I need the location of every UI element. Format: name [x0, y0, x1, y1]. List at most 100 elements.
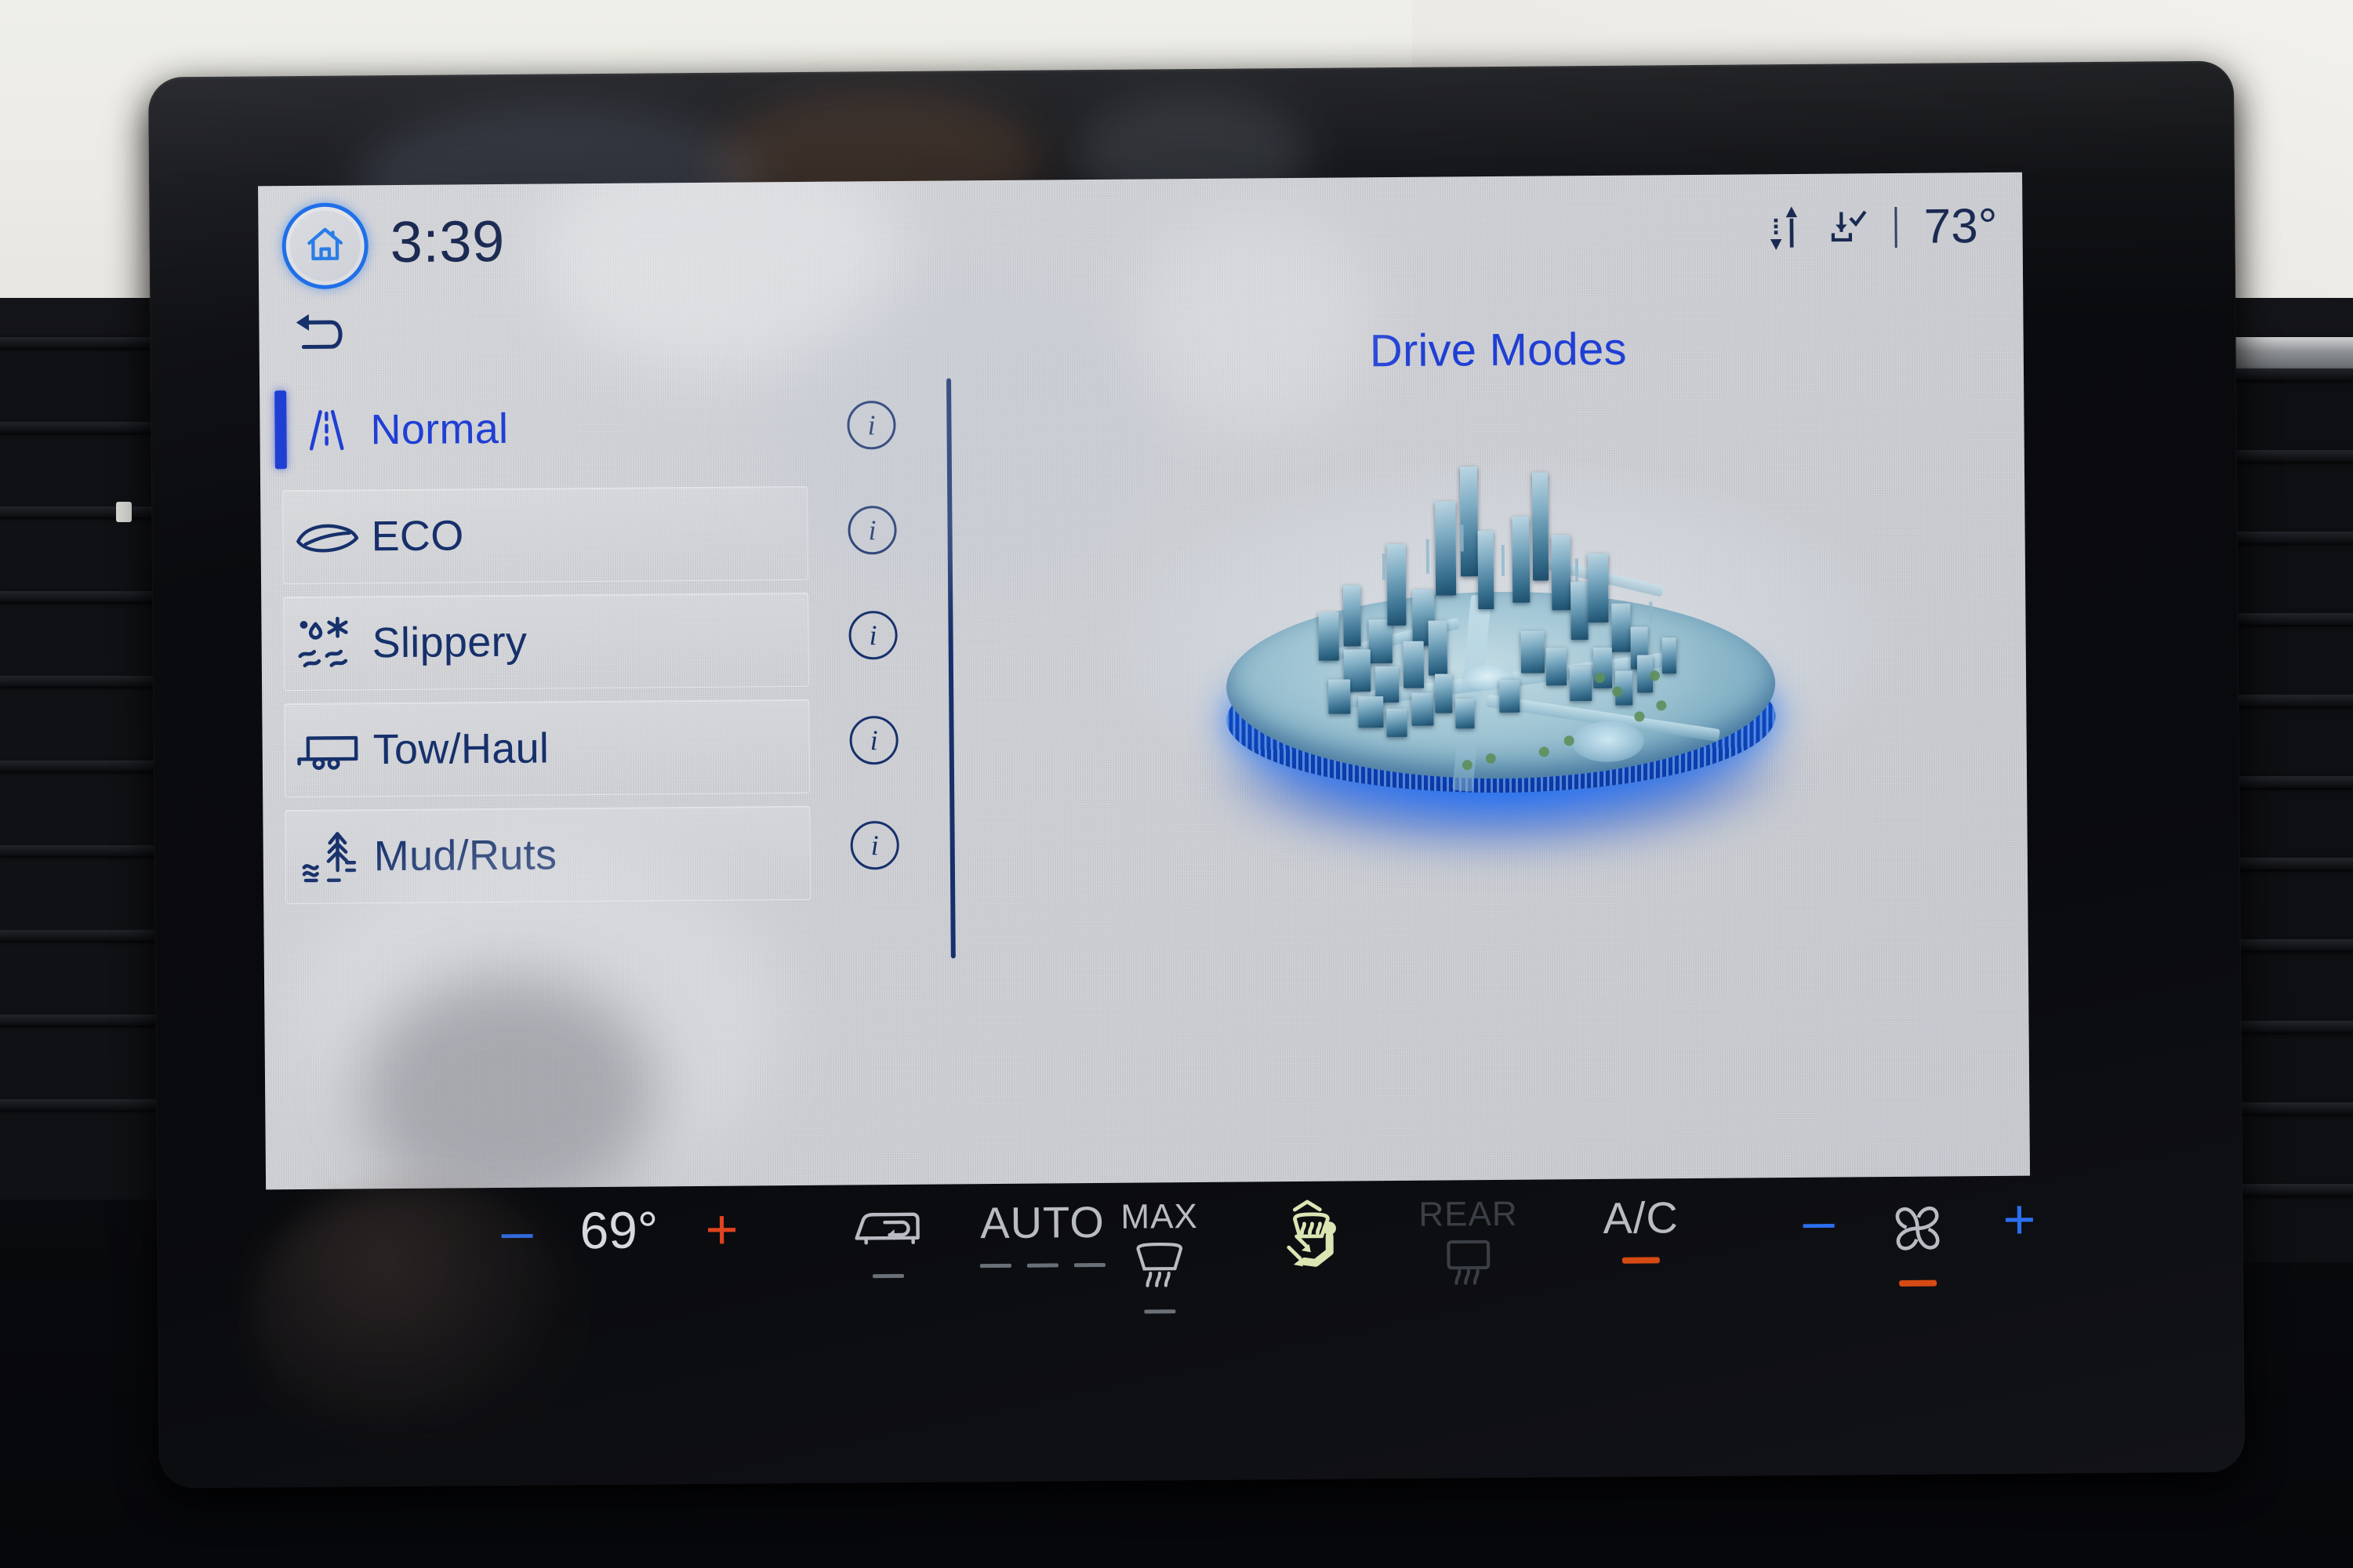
fan-increase-label: +	[2003, 1188, 2036, 1251]
drive-mode-detail-pane: Drive Modes	[971, 172, 2030, 1184]
diorama-building	[1545, 648, 1567, 686]
climate-control-bar: –69° + AUTO MAX REAR A/C – +	[266, 1188, 2063, 1440]
dashboard-scene: 3:39 73° Normal ECO Slippery Tow/Haul Mu…	[0, 0, 2353, 1568]
max-label: MAX	[1120, 1197, 1198, 1236]
snowflake-skid-icon	[284, 615, 372, 672]
temp-increase-button[interactable]: +	[705, 1198, 739, 1261]
back-arrow-icon	[294, 312, 355, 361]
home-icon	[303, 223, 346, 269]
diorama-building	[1531, 472, 1549, 581]
driver-temperature-display: 69°	[579, 1200, 659, 1260]
airflow-direction-button[interactable]	[1269, 1196, 1352, 1279]
front-defrost-icon	[1129, 1236, 1191, 1293]
diorama-building	[1520, 630, 1545, 673]
fan-speed-display	[1881, 1192, 1954, 1287]
rear-defrost-button[interactable]: REAR	[1418, 1194, 1518, 1290]
driver-temperature: 69°	[579, 1200, 659, 1260]
temp-increase-label: +	[705, 1198, 739, 1261]
back-button[interactable]	[289, 307, 361, 365]
info-button-normal[interactable]: i	[824, 379, 919, 472]
max-defrost-state	[1144, 1309, 1176, 1314]
fan-decrease-button[interactable]: –	[1803, 1190, 1835, 1253]
ac-button[interactable]: A/C	[1603, 1192, 1679, 1264]
drive-mode-row-slippery[interactable]: Slippery	[283, 592, 810, 691]
drive-mode-row-normal[interactable]: Normal	[274, 379, 808, 477]
infotainment-display[interactable]: 3:39 73° Normal ECO Slippery Tow/Haul Mu…	[258, 172, 2031, 1190]
diorama-tree	[1563, 735, 1574, 746]
diorama-tree	[1656, 700, 1667, 711]
leaf-icon	[283, 517, 371, 557]
diorama-building	[1386, 543, 1407, 626]
air-recirculation-icon	[850, 1200, 926, 1258]
diorama-building	[1570, 582, 1589, 641]
city-diorama-3d	[1099, 456, 1902, 901]
info-button-eco[interactable]: i	[825, 484, 920, 577]
drive-mode-label: ECO	[371, 512, 464, 561]
diorama-building	[1358, 696, 1384, 728]
diorama-antenna	[1425, 539, 1429, 574]
info-button-tow-haul[interactable]: i	[826, 694, 921, 787]
drive-mode-label: Tow/Haul	[372, 724, 550, 774]
diorama-antenna	[1382, 554, 1386, 581]
drive-mode-row-eco[interactable]: ECO	[282, 485, 809, 585]
temp-decrease-button[interactable]: –	[501, 1200, 533, 1263]
diorama-building	[1499, 679, 1520, 713]
diorama-building	[1661, 637, 1677, 674]
diorama-tree	[1485, 753, 1496, 764]
recirculation-state	[872, 1273, 905, 1279]
fan-icon	[1881, 1192, 1954, 1265]
home-button[interactable]	[281, 202, 369, 290]
drive-mode-list: Normal ECO Slippery Tow/Haul Mud/Ruts	[274, 379, 812, 916]
diorama-building	[1459, 466, 1479, 577]
diorama-building	[1569, 666, 1592, 702]
diorama-building	[1328, 679, 1351, 714]
diorama-building	[1435, 673, 1453, 713]
ac-label: A/C	[1603, 1192, 1679, 1243]
info-icon: i	[850, 820, 899, 870]
diorama-buildings	[1225, 466, 1776, 793]
temp-decrease-label: –	[501, 1200, 533, 1263]
page-title: Drive Modes	[1369, 323, 1627, 377]
drive-mode-row-tow-haul[interactable]: Tow/Haul	[284, 699, 811, 798]
diorama-antenna	[1649, 601, 1653, 622]
info-icon: i	[848, 505, 897, 555]
drive-mode-label: Slippery	[372, 618, 528, 667]
vent-control-tab[interactable]	[116, 502, 132, 522]
diorama-tree	[1634, 711, 1645, 722]
selection-indicator	[274, 390, 287, 470]
info-button-mud-ruts[interactable]: i	[827, 799, 922, 892]
info-icon: i	[847, 400, 896, 450]
diorama-building	[1592, 647, 1613, 689]
ac-active-indicator	[1622, 1257, 1661, 1264]
info-button-column: i i i i i	[824, 379, 922, 905]
diorama-building	[1587, 553, 1609, 623]
diorama-building	[1386, 708, 1407, 738]
fan-increase-button[interactable]: +	[2003, 1188, 2036, 1251]
diorama-antenna	[1460, 524, 1464, 552]
diorama-tree	[1462, 760, 1472, 771]
diorama-antenna	[1574, 558, 1579, 583]
screen-bezel: 3:39 73° Normal ECO Slippery Tow/Haul Mu…	[147, 60, 2246, 1489]
tree-water-icon	[286, 829, 375, 884]
recirculation-button[interactable]	[850, 1200, 926, 1279]
diorama-building	[1403, 641, 1425, 688]
diorama-building	[1368, 619, 1393, 664]
diorama-building	[1343, 585, 1361, 647]
diorama-building	[1428, 620, 1448, 676]
diorama-tree	[1649, 670, 1661, 681]
diorama-stadium	[1571, 720, 1644, 763]
rear-label: REAR	[1418, 1194, 1518, 1234]
info-icon: i	[848, 610, 898, 660]
rear-defrost-icon	[1438, 1233, 1500, 1290]
diorama-building	[1551, 535, 1571, 611]
auto-label: AUTO	[979, 1196, 1105, 1248]
drive-mode-row-mud-ruts[interactable]: Mud/Ruts	[285, 805, 812, 905]
diorama-building	[1512, 516, 1531, 603]
panel-divider	[946, 378, 956, 959]
diorama-building	[1435, 501, 1457, 596]
max-defrost-button[interactable]: MAX	[1120, 1197, 1199, 1314]
diorama-building	[1611, 603, 1631, 652]
auto-button[interactable]: AUTO	[979, 1196, 1106, 1269]
diorama-building	[1411, 692, 1434, 726]
info-button-slippery[interactable]: i	[826, 589, 921, 682]
